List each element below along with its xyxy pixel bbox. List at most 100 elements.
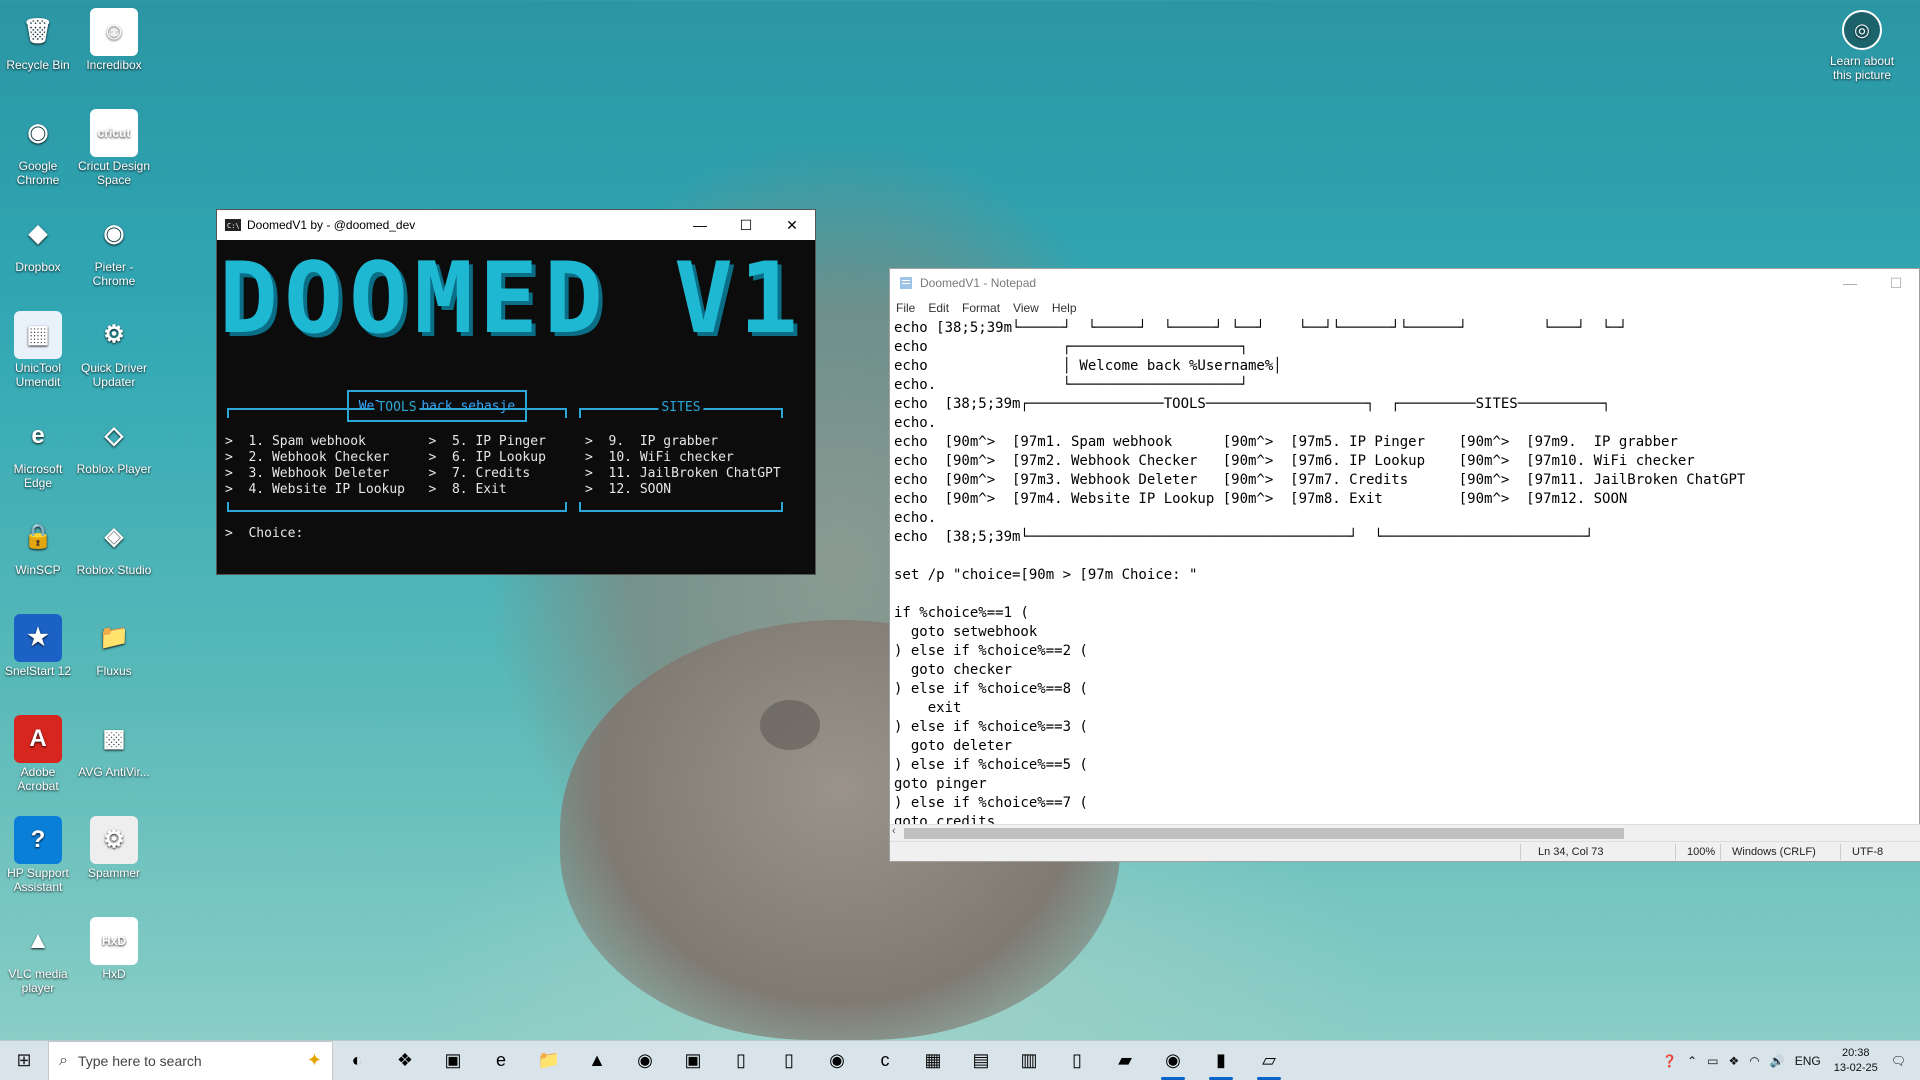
desktop-icon[interactable]: HxD HxD xyxy=(76,917,152,981)
desktop-icon-label: UnicTool Umendit xyxy=(0,361,76,389)
desktop-icon-label: Quick Driver Updater xyxy=(76,361,152,389)
desktop-icon[interactable]: ◆ Dropbox xyxy=(0,210,76,274)
taskbar-app-app4[interactable]: ▥ xyxy=(1005,1041,1053,1080)
notepad-titlebar[interactable]: DoomedV1 - Notepad — ☐ xyxy=(890,269,1919,297)
desktop-icon[interactable]: ▲ VLC media player xyxy=(0,917,76,995)
cmd-console[interactable]: DOOMED V1 Welcome back sebasje TOOLS SIT… xyxy=(217,240,815,576)
taskbar-app-task[interactable]: ▣ xyxy=(429,1041,477,1080)
taskbar-app-cat[interactable]: ▲ xyxy=(573,1041,621,1080)
app-icon: ◈ xyxy=(90,513,138,561)
app-icon: HxD xyxy=(90,917,138,965)
taskbar-app-file3[interactable]: ▯ xyxy=(1053,1041,1101,1080)
taskbar-app-explorer[interactable]: 📁 xyxy=(525,1041,573,1080)
wifi-icon[interactable]: ◠ xyxy=(1749,1054,1759,1068)
scroll-thumb[interactable] xyxy=(904,828,1624,839)
status-zoom: 100% xyxy=(1687,846,1715,858)
app-icon: ◉ xyxy=(14,109,62,157)
taskbar-app-file1[interactable]: ▯ xyxy=(717,1041,765,1080)
notepad-statusbar: Ln 34, Col 73 100% Windows (CRLF) UTF-8 xyxy=(890,841,1920,861)
desktop-icon-label: Google Chrome xyxy=(0,159,76,187)
doomed-banner: DOOMED V1 xyxy=(217,250,817,348)
desktop-icon[interactable]: ⚙ Quick Driver Updater xyxy=(76,311,152,389)
desktop-icon[interactable]: ◉ Google Chrome xyxy=(0,109,76,187)
taskbar-app-copilot[interactable]: ◐ xyxy=(333,1041,381,1080)
cmd-titlebar[interactable]: C:\ DoomedV1 by - @doomed_dev — ☐ ✕ xyxy=(217,210,815,240)
app-icon: A xyxy=(14,715,62,763)
clock[interactable]: 20:38 13-02-25 xyxy=(1834,1046,1878,1076)
text-line: echo. └────────────────────┘ xyxy=(894,376,1919,395)
text-line xyxy=(894,585,1919,604)
desktop-icon-label: Fluxus xyxy=(76,664,152,678)
desktop-icon[interactable]: e Microsoft Edge xyxy=(0,412,76,490)
maximize-button[interactable]: ☐ xyxy=(1873,268,1919,298)
help-icon[interactable]: ❓ xyxy=(1662,1054,1677,1068)
taskbar-app-dropbox[interactable]: ❖ xyxy=(381,1041,429,1080)
desktop-icon[interactable]: A Adobe Acrobat xyxy=(0,715,76,793)
taskbar-app-app2[interactable]: ▦ xyxy=(909,1041,957,1080)
language[interactable]: ENG xyxy=(1795,1054,1821,1068)
desktop-icon[interactable]: ▩ AVG AntiVir... xyxy=(76,715,152,779)
desktop-icon[interactable]: ☺ Incredibox xyxy=(76,8,152,72)
desktop-icon-label: Recycle Bin xyxy=(0,58,76,72)
menu-line: > 2. Webhook Checker > 6. IP Lookup > 10… xyxy=(225,450,734,466)
maximize-button[interactable]: ☐ xyxy=(723,210,769,240)
menu-edit[interactable]: Edit xyxy=(928,301,949,315)
desktop-icon[interactable]: ◇ Roblox Player xyxy=(76,412,152,476)
notepad-text-area[interactable]: echo [38;5;39m└─────┘ └─────┘ └─────┘ └… xyxy=(890,319,1919,833)
learn-about-picture[interactable]: ◎ Learn about this picture xyxy=(1820,10,1904,82)
desktop-icon[interactable]: 🗑 Recycle Bin xyxy=(0,8,76,72)
scroll-left-icon[interactable]: ‹ xyxy=(892,825,896,837)
taskbar-app-file2[interactable]: ▯ xyxy=(765,1041,813,1080)
taskbar-app-chrome2[interactable]: ◉ xyxy=(1149,1041,1197,1080)
app-icon: ? xyxy=(14,816,62,864)
app-icon: 🗑 xyxy=(14,8,62,56)
start-button[interactable]: ⊞ xyxy=(0,1041,48,1080)
desktop-icon[interactable]: ⚙ Spammer xyxy=(76,816,152,880)
close-button[interactable]: ✕ xyxy=(769,210,815,240)
desktop-icon[interactable]: cricut Cricut Design Space xyxy=(76,109,152,187)
text-line: ) else if %choice%==5 ( xyxy=(894,756,1919,775)
notepad-window[interactable]: DoomedV1 - Notepad — ☐ File Edit Format … xyxy=(889,268,1920,862)
desktop-icon[interactable]: ▦ UnicTool Umendit xyxy=(0,311,76,389)
search-box[interactable]: ⌕ Type here to search ✦ xyxy=(48,1041,333,1080)
cmd-icon: C:\ xyxy=(225,219,241,231)
dropbox-tray-icon[interactable]: ❖ xyxy=(1729,1054,1740,1068)
desktop-icon[interactable]: 📁 Fluxus xyxy=(76,614,152,678)
volume-icon[interactable]: 🔊 xyxy=(1770,1054,1785,1068)
taskbar-app-chrome[interactable]: ◉ xyxy=(813,1041,861,1080)
wallpaper-manatee-eye xyxy=(760,700,820,750)
menu-view[interactable]: View xyxy=(1013,301,1039,315)
sparkle-icon: ✦ xyxy=(307,1050,322,1071)
menu-help[interactable]: Help xyxy=(1052,301,1077,315)
taskbar-app-terminal[interactable]: ▮ xyxy=(1197,1041,1245,1080)
desktop-icon[interactable]: ★ SnelStart 12 xyxy=(0,614,76,678)
app-icon: ⚙ xyxy=(90,311,138,359)
taskbar-app-app5[interactable]: ▰ xyxy=(1101,1041,1149,1080)
minimize-button[interactable]: — xyxy=(1827,268,1873,298)
cmd-window[interactable]: C:\ DoomedV1 by - @doomed_dev — ☐ ✕ DOOM… xyxy=(216,209,816,575)
text-line: ) else if %choice%==7 ( xyxy=(894,794,1919,813)
desktop-icon-label: VLC media player xyxy=(0,967,76,995)
minimize-button[interactable]: — xyxy=(677,210,723,240)
horizontal-scrollbar[interactable]: ‹ xyxy=(890,824,1920,841)
network-icon[interactable]: ▭ xyxy=(1707,1054,1718,1068)
taskbar-app-notepad[interactable]: ▱ xyxy=(1245,1041,1293,1080)
taskbar-app-app3[interactable]: ▤ xyxy=(957,1041,1005,1080)
notification-icon[interactable]: 🗨 xyxy=(1891,1054,1906,1068)
desktop-icon[interactable]: 🔒 WinSCP xyxy=(0,513,76,577)
desktop-icon[interactable]: ◉ Pieter - Chrome xyxy=(76,210,152,288)
chevron-up-icon[interactable]: ⌃ xyxy=(1687,1054,1697,1068)
status-line-ending: Windows (CRLF) xyxy=(1732,846,1816,858)
taskbar-app-obs[interactable]: ◉ xyxy=(621,1041,669,1080)
notepad-menubar: File Edit Format View Help xyxy=(890,297,1919,319)
taskbar-app-edge[interactable]: e xyxy=(477,1041,525,1080)
menu-format[interactable]: Format xyxy=(962,301,1000,315)
taskbar-app-app[interactable]: ▣ xyxy=(669,1041,717,1080)
tools-box-top: TOOLS xyxy=(227,408,567,418)
desktop-icon[interactable]: ? HP Support Assistant xyxy=(0,816,76,894)
choice-prompt[interactable]: > Choice: xyxy=(225,526,303,541)
taskbar-app-cricut[interactable]: c xyxy=(861,1041,909,1080)
status-encoding: UTF-8 xyxy=(1852,846,1883,858)
menu-file[interactable]: File xyxy=(896,301,915,315)
desktop-icon[interactable]: ◈ Roblox Studio xyxy=(76,513,152,577)
